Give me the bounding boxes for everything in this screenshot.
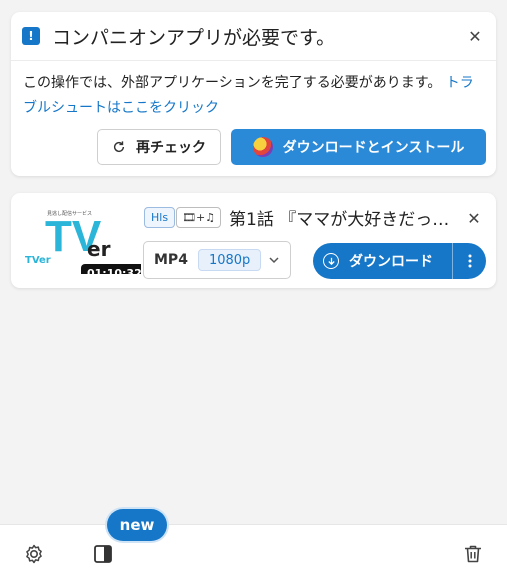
notice-title: コンパニオンアプリが必要です。 [52, 26, 336, 49]
new-badge[interactable]: new [107, 509, 167, 541]
video-thumbnail: 見逃し配信サービス TV er TVer 01:10:32 [21, 201, 141, 274]
format-quality-select[interactable]: MP4 1080p [143, 241, 291, 279]
download-button[interactable]: ダウンロード [313, 243, 452, 279]
trash-icon[interactable] [461, 542, 485, 566]
notice-header: ! コンパニオンアプリが必要です。 ✕ [11, 12, 496, 61]
download-button-group: ダウンロード [313, 243, 486, 279]
media-title: 第1話 『ママが大好きだった… [229, 210, 459, 230]
sidebar-panel-icon[interactable] [91, 542, 115, 566]
thumbnail-logo-er: er [87, 237, 111, 261]
notice-body: この操作では、外部アプリケーションを完了する必要があります。 トラブルシュートは… [11, 61, 496, 121]
companion-app-logo-icon [252, 137, 273, 157]
remove-item-icon[interactable]: ✕ [463, 207, 485, 229]
duration-badge: 01:10:32 [81, 264, 141, 274]
more-options-icon[interactable] [452, 243, 486, 279]
thumbnail-mini-logo: TVer [25, 255, 51, 266]
resolution-badge: 1080p [197, 249, 262, 271]
download-install-button[interactable]: ダウンロードとインストール [231, 129, 486, 165]
download-label: ダウンロード [349, 254, 433, 270]
settings-gear-icon[interactable] [22, 542, 46, 566]
recheck-label: 再チェック [136, 140, 206, 156]
companion-app-notice: ! コンパニオンアプリが必要です。 ✕ この操作では、外部アプリケーションを完了… [11, 12, 496, 176]
close-icon[interactable]: ✕ [464, 25, 486, 47]
format-label: MP4 [154, 252, 188, 268]
chevron-down-icon [269, 257, 279, 264]
install-label: ダウンロードとインストール [282, 140, 465, 156]
notice-actions: 再チェック ダウンロードとインストール [97, 129, 486, 165]
notice-body-text: この操作では、外部アプリケーションを完了する必要があります。 [23, 75, 442, 91]
info-icon: ! [22, 27, 40, 45]
bottom-toolbar [0, 524, 507, 586]
download-icon [323, 253, 339, 269]
video-audio-icon: 🎞+♫ [176, 207, 222, 228]
refresh-icon [113, 141, 125, 153]
recheck-button[interactable]: 再チェック [97, 129, 221, 165]
media-item-card: 見逃し配信サービス TV er TVer 01:10:32 Hls 🎞+♫ 第1… [11, 193, 496, 288]
stream-type-badge: Hls [144, 207, 176, 228]
